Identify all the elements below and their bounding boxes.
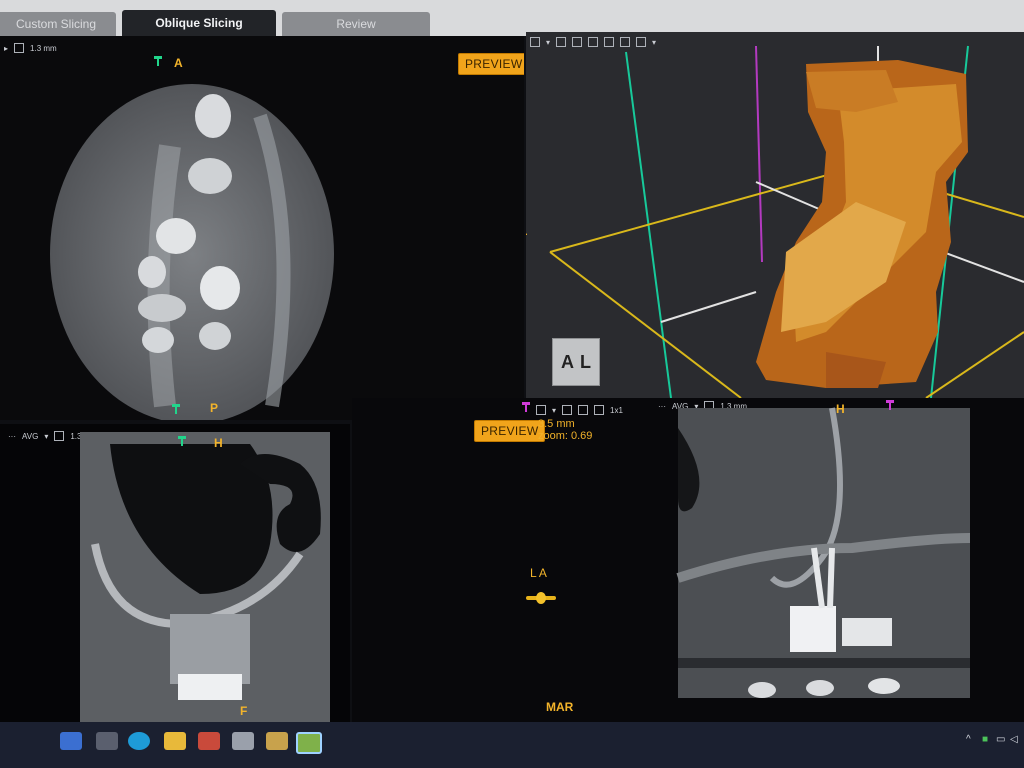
dental-viewer-icon[interactable]	[266, 732, 288, 750]
tab-review[interactable]: Review	[282, 12, 430, 36]
coronal-orient-top: H	[214, 436, 223, 450]
dental-app-icon[interactable]	[232, 732, 254, 750]
tray-app-icon[interactable]: ■	[982, 734, 988, 745]
tab-custom-slicing[interactable]: Custom Slicing	[0, 12, 116, 36]
axial-top-marker[interactable]	[154, 56, 162, 66]
sagittal-viewport[interactable]: ▾ 1x1 ··· AVG ▾ 1.3 mm PREVIEW 3.5 mm zo…	[352, 398, 1024, 722]
taskbar: ^ ■ ▭ ◁	[0, 722, 1024, 768]
sagittal-slice-image	[676, 407, 971, 698]
network-icon[interactable]: ▭	[996, 734, 1005, 745]
volume-icon[interactable]: ◁	[1010, 734, 1018, 745]
explorer-icon[interactable]	[164, 732, 186, 750]
axial-viewport[interactable]: ▸ 1.3 mm A P PREVIEW	[0, 36, 524, 420]
volume-viewport[interactable]: ▾ ▾ L A L	[526, 32, 1024, 398]
axial-orient-bottom: P	[210, 401, 219, 415]
cube-letter-a: A	[561, 351, 574, 372]
store-icon[interactable]	[198, 732, 220, 750]
axial-slice-image	[50, 84, 334, 420]
sagittal-orient-top: H	[836, 402, 845, 416]
coronal-slice-image	[80, 432, 330, 724]
active-app-icon[interactable]	[296, 732, 322, 754]
nav-orientation-label: L A	[530, 566, 547, 580]
coronal-orient-bottom: F	[240, 704, 248, 718]
windows-icon[interactable]	[60, 732, 82, 750]
edge-icon[interactable]	[128, 732, 150, 750]
orientation-cube[interactable]: A L	[552, 338, 600, 386]
mar-label[interactable]: MAR	[546, 700, 573, 714]
coronal-top-marker[interactable]	[178, 436, 186, 446]
cube-letter-l: L	[580, 351, 591, 372]
task-view-icon[interactable]	[96, 732, 118, 750]
sagittal-top-marker[interactable]	[886, 400, 894, 410]
volume-render-image	[549, 45, 1024, 398]
volume-orient-left: L	[526, 224, 527, 238]
nav-handle-knob[interactable]	[536, 592, 546, 604]
coronal-viewport[interactable]: ··· AVG ▾ 1.3 mm H F	[0, 424, 350, 724]
tab-oblique-slicing[interactable]: Oblique Slicing	[122, 10, 276, 36]
axial-bottom-marker[interactable]	[172, 404, 180, 414]
axial-orient-top: A	[174, 56, 183, 70]
axial-preview-button[interactable]: PREVIEW	[458, 53, 524, 75]
tab-strip: Custom Slicing Oblique Slicing Review	[0, 0, 1024, 36]
tray-chevron-icon[interactable]: ^	[966, 734, 971, 745]
